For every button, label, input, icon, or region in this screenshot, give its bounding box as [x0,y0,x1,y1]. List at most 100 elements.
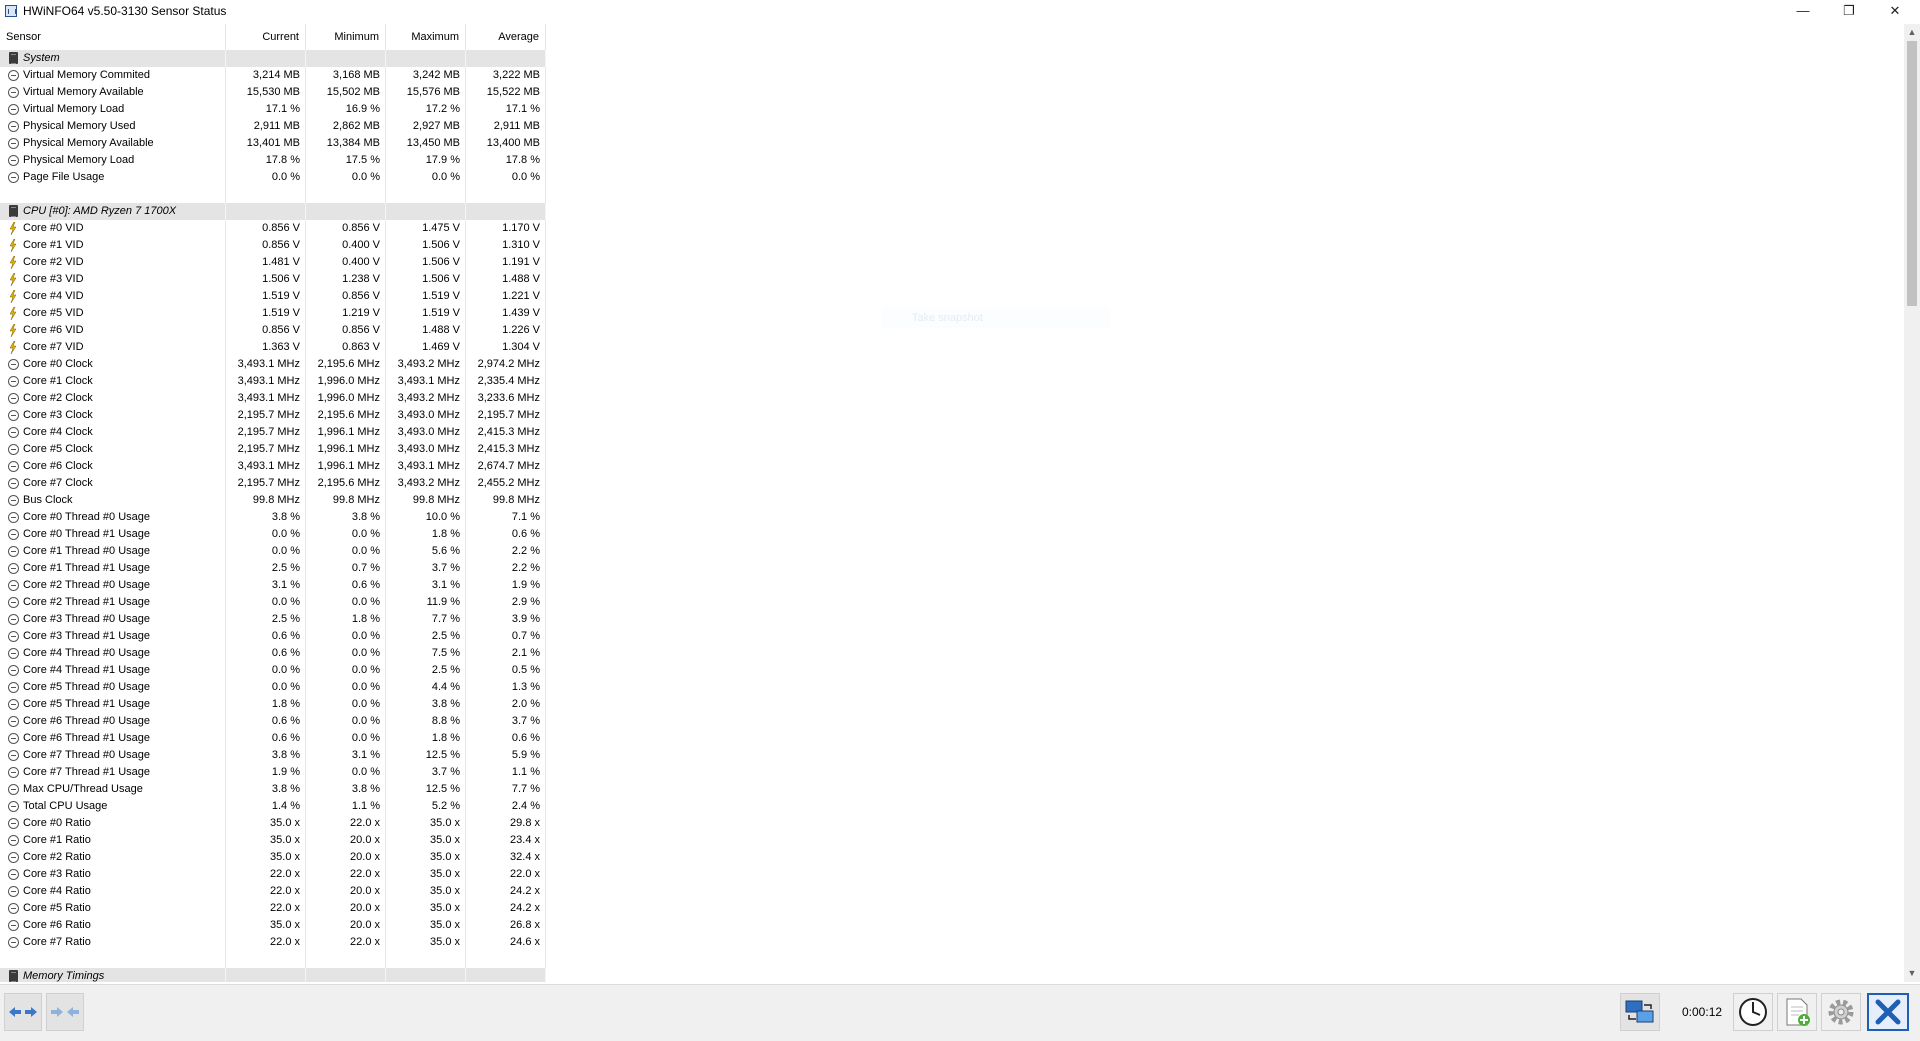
sensor-row[interactable]: Core #0 Ratio 35.0 x 22.0 x 35.0 x 29.8 x [0,815,546,832]
sensor-row[interactable]: Core #1 VID 0.856 V 0.400 V 1.506 V 1.310 V [0,237,546,254]
gauge-icon [8,920,19,931]
column-header-maximum[interactable]: Maximum [386,24,466,50]
sensor-row[interactable]: Core #4 Clock 2,195.7 MHz 1,996.1 MHz 3,493… [0,424,546,441]
sensor-row[interactable]: Core #5 VID 1.519 V 1.219 V 1.519 V 1.439 V [0,305,546,322]
sensor-row[interactable]: Core #6 VID 0.856 V 0.856 V 1.488 V 1.226 V [0,322,546,339]
label: Core #3 Clock [23,409,93,421]
sensor-row[interactable]: Core #3 Thread #0 Usage 2.5 % 1.8 % 7.7 % 3.… [0,611,546,628]
minimize-button[interactable]: — [1780,0,1826,24]
label: Core #1 Ratio [23,834,91,846]
sensor-row[interactable]: Physical Memory Used 2,911 MB 2,862 MB 2,92… [0,118,546,135]
column-header-minimum[interactable]: Minimum [306,24,386,50]
sensor-name: Core #7 VID [0,339,226,356]
label: Core #6 Thread #0 Usage [23,715,150,727]
value-minimum: 1,996.1 MHz [306,441,386,458]
sensor-row[interactable]: Core #2 Clock 3,493.1 MHz 1,996.0 MHz 3,493… [0,390,546,407]
column-header-current[interactable]: Current [226,24,306,50]
sensor-row[interactable]: Core #6 Clock 3,493.1 MHz 1,996.1 MHz 3,493… [0,458,546,475]
sensor-row[interactable]: Core #7 VID 1.363 V 0.863 V 1.469 V 1.304 V [0,339,546,356]
sensor-row[interactable]: Core #5 Ratio 22.0 x 20.0 x 35.0 x 24.2 x [0,900,546,917]
sensor-row[interactable]: Virtual Memory Load 17.1 % 16.9 % 17.2 % 17.… [0,101,546,118]
sensor-row[interactable]: Core #7 Thread #0 Usage 3.8 % 3.1 % 12.5 % 5… [0,747,546,764]
sensor-row[interactable]: Core #5 Clock 2,195.7 MHz 1,996.1 MHz 3,493… [0,441,546,458]
sensor-row[interactable]: Core #7 Thread #1 Usage 1.9 % 0.0 % 3.7 % 1.… [0,764,546,781]
close-sensors-button[interactable] [1867,993,1909,1031]
sensor-row[interactable]: Physical Memory Available 13,401 MB 13,384… [0,135,546,152]
sensor-row[interactable]: Bus Clock 99.8 MHz 99.8 MHz 99.8 MHz 99.8 MH… [0,492,546,509]
sensor-row[interactable]: Core #2 Thread #0 Usage 3.1 % 0.6 % 3.1 % 1.… [0,577,546,594]
value-current: 13,401 MB [226,135,306,152]
sensor-row[interactable]: Core #2 VID 1.481 V 0.400 V 1.506 V 1.191 V [0,254,546,271]
sensor-row[interactable]: Virtual Memory Commited 3,214 MB 3,168 MB 3… [0,67,546,84]
value-average: 24.6 x [466,934,546,951]
value-current: 99.8 MHz [226,492,306,509]
close-window-button[interactable]: ✕ [1872,0,1918,24]
value-maximum [386,50,466,67]
timer-button[interactable] [1733,993,1773,1031]
sensor-row[interactable]: Core #5 Thread #0 Usage 0.0 % 0.0 % 4.4 % 1.… [0,679,546,696]
sensor-row[interactable]: Core #4 Thread #1 Usage 0.0 % 0.0 % 2.5 % 0.… [0,662,546,679]
value-current: 1.9 % [226,764,306,781]
sensor-row[interactable]: Physical Memory Load 17.8 % 17.5 % 17.9 % 17… [0,152,546,169]
value-minimum: 0.0 % [306,662,386,679]
value-minimum: 0.0 % [306,730,386,747]
sensor-row[interactable]: Core #6 Thread #1 Usage 0.6 % 0.0 % 1.8 % 0.… [0,730,546,747]
sensor-row[interactable]: Core #1 Clock 3,493.1 MHz 1,996.0 MHz 3,493… [0,373,546,390]
sensor-row[interactable]: Core #4 VID 1.519 V 0.856 V 1.519 V 1.221 V [0,288,546,305]
sensor-row[interactable]: Core #0 Thread #0 Usage 3.8 % 3.8 % 10.0 % 7… [0,509,546,526]
sensor-row[interactable]: Total CPU Usage 1.4 % 1.1 % 5.2 % 2.4 % [0,798,546,815]
sensor-row[interactable]: Core #7 Clock 2,195.7 MHz 2,195.6 MHz 3,493… [0,475,546,492]
sensor-row[interactable]: Core #1 Thread #1 Usage 2.5 % 0.7 % 3.7 % 2.… [0,560,546,577]
sensor-row[interactable]: Core #0 VID 0.856 V 0.856 V 1.475 V 1.170 V [0,220,546,237]
settings-button[interactable] [1821,993,1861,1031]
value-minimum: 1,996.1 MHz [306,458,386,475]
sensor-row[interactable]: Core #5 Thread #1 Usage 1.8 % 0.0 % 3.8 % 2.… [0,696,546,713]
scroll-down-icon[interactable]: ▼ [1904,965,1920,982]
expand-button[interactable] [4,993,42,1031]
sensor-name: Physical Memory Available [0,135,226,152]
sensor-row[interactable]: Core #6 Thread #0 Usage 0.6 % 0.0 % 8.8 % 3.… [0,713,546,730]
vertical-scrollbar[interactable]: ▲ ▼ [1904,24,1920,982]
sensor-row[interactable]: Core #4 Thread #0 Usage 0.6 % 0.0 % 7.5 % 2.… [0,645,546,662]
column-header-sensor[interactable]: Sensor [0,24,226,50]
sensor-row[interactable]: Max CPU/Thread Usage 3.8 % 3.8 % 12.5 % 7.7 … [0,781,546,798]
scroll-thumb[interactable] [1907,41,1917,306]
sensor-row[interactable]: Page File Usage 0.0 % 0.0 % 0.0 % 0.0 % [0,169,546,186]
sensor-row[interactable]: Core #3 Thread #1 Usage 0.6 % 0.0 % 2.5 % 0.… [0,628,546,645]
sensor-row[interactable]: Core #1 Thread #0 Usage 0.0 % 0.0 % 5.6 % 2.… [0,543,546,560]
sensor-row[interactable]: Core #6 Ratio 35.0 x 20.0 x 35.0 x 26.8 x [0,917,546,934]
column-header-average[interactable]: Average [466,24,546,50]
scroll-up-icon[interactable]: ▲ [1904,24,1920,41]
gauge-icon [8,784,19,795]
sensor-row[interactable]: Core #3 Ratio 22.0 x 22.0 x 35.0 x 22.0 x [0,866,546,883]
add-report-button[interactable] [1777,993,1817,1031]
network-button[interactable] [1620,993,1660,1031]
nav-collapse-icon [51,1007,79,1017]
sensor-row[interactable]: Core #4 Ratio 22.0 x 20.0 x 35.0 x 24.2 x [0,883,546,900]
sensor-name: Core #5 Thread #1 Usage [0,696,226,713]
gauge-icon [8,529,19,540]
sensor-row[interactable]: Core #0 Thread #1 Usage 0.0 % 0.0 % 1.8 % 0.… [0,526,546,543]
sensor-row[interactable]: Core #7 Ratio 22.0 x 22.0 x 35.0 x 24.6 x [0,934,546,951]
value-current: 22.0 x [226,900,306,917]
sensor-row[interactable]: Core #1 Ratio 35.0 x 20.0 x 35.0 x 23.4 x [0,832,546,849]
sensor-row[interactable]: Core #0 Clock 3,493.1 MHz 2,195.6 MHz 3,493… [0,356,546,373]
sensor-row[interactable]: Core #3 VID 1.506 V 1.238 V 1.506 V 1.488 V [0,271,546,288]
value-average: 23.4 x [466,832,546,849]
value-maximum: 1.519 V [386,288,466,305]
label: Core #6 Thread #1 Usage [23,732,150,744]
window-title: HWiNFO64 v5.50-3130 Sensor Status [23,4,227,18]
sensor-row[interactable]: Core #2 Thread #1 Usage 0.0 % 0.0 % 11.9 % 2… [0,594,546,611]
sensor-row[interactable]: Core #2 Ratio 35.0 x 20.0 x 35.0 x 32.4 x [0,849,546,866]
restore-button[interactable]: ❐ [1826,0,1872,24]
value-maximum: 1.488 V [386,322,466,339]
voltage-icon [9,323,17,338]
value-average: 3,222 MB [466,67,546,84]
value-average [466,968,546,982]
sensor-row[interactable]: Core #3 Clock 2,195.7 MHz 2,195.6 MHz 3,493… [0,407,546,424]
value-average: 2,911 MB [466,118,546,135]
sensor-row[interactable]: Virtual Memory Available 15,530 MB 15,502 … [0,84,546,101]
value-average: 1.3 % [466,679,546,696]
label: Core #1 Thread #1 Usage [23,562,150,574]
collapse-button[interactable] [46,993,84,1031]
